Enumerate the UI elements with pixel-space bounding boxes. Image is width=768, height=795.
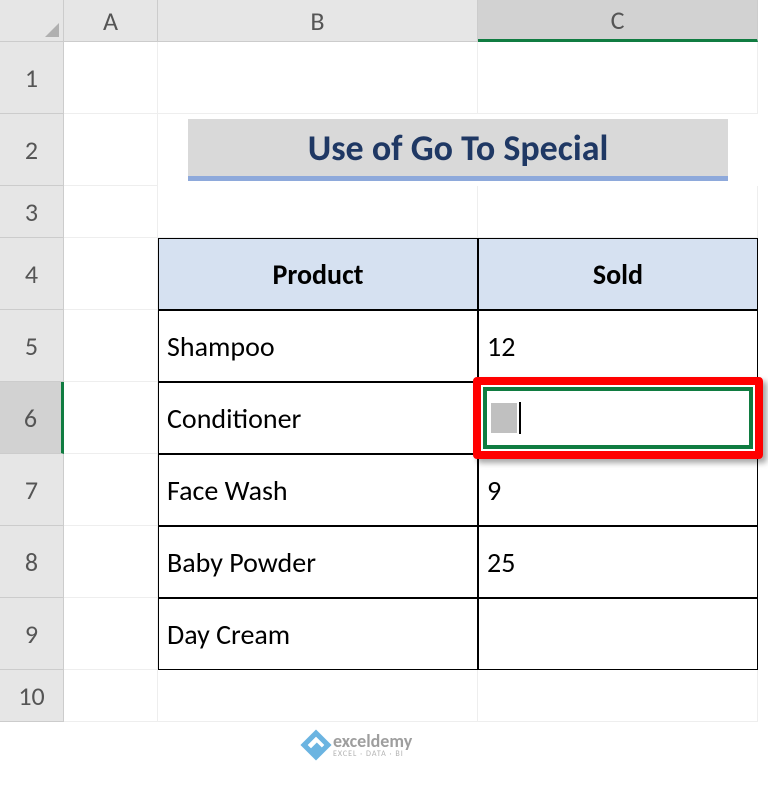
cell-a8[interactable] xyxy=(64,526,158,598)
cell-a5[interactable] xyxy=(64,310,158,382)
col-header-b[interactable]: B xyxy=(158,0,478,42)
table-cell-product-4[interactable]: Baby Powder xyxy=(158,526,478,598)
text-cursor xyxy=(519,402,521,434)
row-header-7[interactable]: 7 xyxy=(0,454,64,526)
row-header-5[interactable]: 5 xyxy=(0,310,64,382)
cell-c10[interactable] xyxy=(478,670,758,722)
cell-a2[interactable] xyxy=(64,114,158,186)
watermark-tagline: EXCEL · DATA · BI xyxy=(333,750,412,758)
row-header-4[interactable]: 4 xyxy=(0,238,64,310)
row-header-9[interactable]: 9 xyxy=(0,598,64,670)
row-header-1[interactable]: 1 xyxy=(0,42,64,114)
watermark: exceldemy EXCEL · DATA · BI xyxy=(305,732,412,758)
cell-a6[interactable] xyxy=(64,382,158,454)
title-merged-cell[interactable]: Use of Go To Special xyxy=(158,114,758,186)
spreadsheet-grid[interactable]: A B C 1 2 Use of Go To Special 3 4 Produ… xyxy=(0,0,768,722)
cell-a9[interactable] xyxy=(64,598,158,670)
row-header-2[interactable]: 2 xyxy=(0,114,64,186)
table-header-product[interactable]: Product xyxy=(158,238,478,310)
cell-a7[interactable] xyxy=(64,454,158,526)
page-title: Use of Go To Special xyxy=(308,126,609,170)
table-cell-product-5[interactable]: Day Cream xyxy=(158,598,478,670)
active-cell-c6[interactable] xyxy=(478,382,758,454)
select-all-corner[interactable] xyxy=(0,0,64,42)
table-cell-sold-5[interactable] xyxy=(478,598,758,670)
placeholder-glyph xyxy=(491,403,517,433)
table-cell-sold-4[interactable]: 25 xyxy=(478,526,758,598)
selection-border xyxy=(483,387,753,449)
cell-c3[interactable] xyxy=(478,186,758,238)
cell-b3[interactable] xyxy=(158,186,478,238)
cell-b1[interactable] xyxy=(158,42,478,114)
watermark-logo-icon xyxy=(300,729,331,760)
row-header-6[interactable]: 6 xyxy=(0,382,64,454)
table-cell-sold-1[interactable]: 12 xyxy=(478,310,758,382)
cell-a1[interactable] xyxy=(64,42,158,114)
row-header-8[interactable]: 8 xyxy=(0,526,64,598)
cell-a10[interactable] xyxy=(64,670,158,722)
cell-c1[interactable] xyxy=(478,42,758,114)
row-header-3[interactable]: 3 xyxy=(0,186,64,238)
table-cell-product-1[interactable]: Shampoo xyxy=(158,310,478,382)
watermark-brand: exceldemy xyxy=(333,732,412,750)
table-cell-sold-3[interactable]: 9 xyxy=(478,454,758,526)
cell-a4[interactable] xyxy=(64,238,158,310)
col-header-c[interactable]: C xyxy=(478,0,758,42)
table-cell-product-2[interactable]: Conditioner xyxy=(158,382,478,454)
cell-a3[interactable] xyxy=(64,186,158,238)
table-cell-product-3[interactable]: Face Wash xyxy=(158,454,478,526)
cell-b10[interactable] xyxy=(158,670,478,722)
row-header-10[interactable]: 10 xyxy=(0,670,64,722)
table-header-sold[interactable]: Sold xyxy=(478,238,758,310)
col-header-a[interactable]: A xyxy=(64,0,158,42)
